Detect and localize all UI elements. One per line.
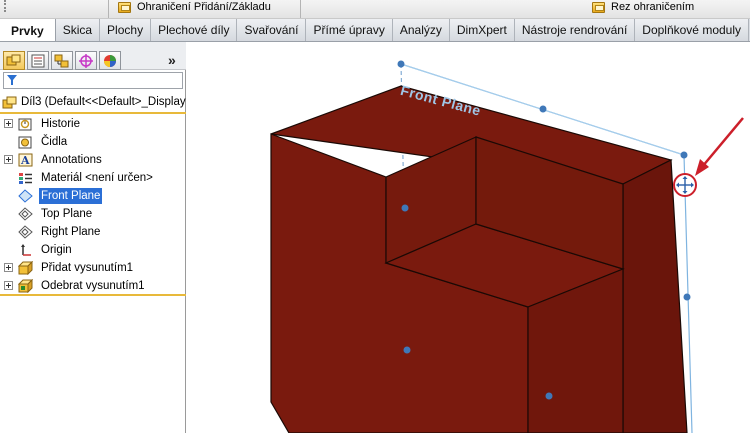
ribbon-grip[interactable]: [4, 0, 10, 12]
command-manager-tabs: Prvky Skica Plochy Plechové díly Svařová…: [0, 19, 750, 42]
graphics-viewport[interactable]: Front Plane: [187, 42, 750, 433]
feature-manager-panel: » Díl3 (Default<<Default>_Display State …: [0, 42, 186, 433]
tab-plochy[interactable]: Plochy: [100, 19, 152, 41]
ribbon-separator: [108, 0, 109, 18]
origin-icon: [21, 244, 31, 256]
tab-label: Analýzy: [399, 23, 442, 37]
tab-label: Přímé úpravy: [313, 23, 385, 37]
ribbon-separator: [300, 0, 301, 18]
tree-item-label: Čidla: [41, 136, 68, 148]
tab-label: Svařování: [244, 23, 299, 37]
feature-manager-tree-button[interactable]: [3, 51, 25, 70]
plane-icon: [18, 189, 33, 203]
move-handle[interactable]: [673, 173, 697, 197]
feature-manager-tree-icon: [6, 54, 21, 65]
tree-item-origin[interactable]: Origin: [0, 241, 186, 259]
display-manager-button[interactable]: [99, 51, 121, 70]
tab-label: Plochy: [107, 23, 144, 37]
tab-dimxpert[interactable]: DimXpert: [449, 19, 515, 41]
part-icon: [2, 96, 17, 109]
configuration-manager-icon: [54, 54, 69, 67]
filter-icon: [7, 75, 17, 85]
tab-doplnkove-moduly[interactable]: Doplňkové moduly: [635, 19, 749, 41]
plane-icon: [18, 207, 33, 221]
tab-nastroje-rendrovani[interactable]: Nástroje rendrování: [514, 19, 636, 41]
tree-item-cidla[interactable]: Čidla: [0, 133, 186, 151]
history-folder-icon: [18, 118, 32, 131]
tab-prvky[interactable]: Prvky: [0, 19, 56, 41]
configuration-manager-button[interactable]: [51, 51, 73, 70]
tree-item-material[interactable]: Materiál <není určen>: [0, 169, 186, 187]
boundary-cut-icon: [592, 1, 605, 13]
expand-toggle[interactable]: [4, 281, 13, 290]
tree-item-label: Annotations: [41, 154, 102, 166]
plane-edge-handle[interactable]: [539, 105, 547, 113]
tab-analyzy[interactable]: Analýzy: [392, 19, 450, 41]
command-ribbon: Ohraničení Přidání/Základu Rez ohraničen…: [0, 0, 750, 19]
tree-item-label: Right Plane: [41, 226, 101, 238]
plane-icon: [18, 225, 33, 239]
tree-filter-input[interactable]: [3, 72, 183, 89]
tree-item-annotations[interactable]: A Annotations: [0, 151, 186, 169]
tree-item-label: Materiál <není určen>: [41, 172, 153, 184]
annotations-icon: A: [18, 153, 33, 167]
plane-edge-handle[interactable]: [545, 392, 553, 400]
expand-toggle[interactable]: [4, 119, 13, 128]
model-face-right: [622, 159, 688, 433]
tab-label: Plechové díly: [158, 23, 230, 37]
tab-prime-upravy[interactable]: Přímé úpravy: [306, 19, 393, 41]
extrude-boss-icon: [18, 261, 33, 275]
tree-item-front-plane[interactable]: Front Plane: [0, 187, 186, 205]
property-manager-button[interactable]: [27, 51, 49, 70]
plane-corner-handle[interactable]: [397, 60, 405, 68]
tab-label: DimXpert: [456, 23, 507, 37]
dimxpert-manager-icon: [79, 53, 93, 68]
expand-toggle[interactable]: [4, 263, 13, 272]
plane-corner-handle[interactable]: [680, 151, 688, 159]
feature-manager-toolbar: »: [0, 42, 186, 70]
plane-edge-handle[interactable]: [683, 293, 691, 301]
tree-item-extrude-boss[interactable]: Přidat vysunutím1: [0, 259, 186, 277]
boundary-boss-base-button[interactable]: Ohraničení Přidání/Základu: [118, 0, 271, 14]
tree-item-label: Historie: [41, 118, 80, 130]
tree-item-label: Origin: [41, 244, 72, 256]
tree-item-top-plane[interactable]: Top Plane: [0, 205, 186, 223]
tree-item-label: Přidat vysunutím1: [41, 262, 134, 274]
tree-item-right-plane[interactable]: Right Plane: [0, 223, 186, 241]
dimxpert-manager-button[interactable]: [75, 51, 97, 70]
plane-corner-handle[interactable]: [403, 346, 411, 354]
tab-label: Doplňkové moduly: [642, 23, 741, 37]
boundary-cut-label: Rez ohraničením: [611, 1, 695, 13]
sensors-icon: [18, 136, 32, 149]
tree-item-extrude-cut[interactable]: Odebrat vysunutím1: [0, 277, 186, 295]
tab-label: Skica: [62, 23, 93, 37]
tree-item-label: Top Plane: [41, 208, 93, 220]
part-root-node[interactable]: Díl3 (Default<<Default>_Display State 1>…: [0, 94, 186, 112]
tab-svarovani[interactable]: Svařování: [237, 19, 307, 41]
plane-edge-handle[interactable]: [401, 204, 409, 212]
boundary-boss-label: Ohraničení Přidání/Základu: [137, 1, 271, 13]
tab-plechove-dily[interactable]: Plechové díly: [151, 19, 238, 41]
part-root-label: Díl3 (Default<<Default>_Display State 1>…: [21, 96, 186, 108]
boundary-boss-icon: [118, 1, 131, 13]
annotation-arrow: [695, 117, 744, 176]
expand-toggle[interactable]: [4, 155, 13, 164]
tree-end-rule: [0, 294, 186, 296]
tab-label: Prvky: [11, 23, 44, 38]
part-model[interactable]: [270, 85, 688, 433]
tree-item-historie[interactable]: Historie: [0, 115, 186, 133]
filter-row: [0, 72, 186, 90]
extrude-cut-icon: [18, 279, 33, 293]
display-manager-icon: [104, 54, 116, 67]
tab-skica[interactable]: Skica: [55, 19, 101, 41]
boundary-cut-button[interactable]: Rez ohraničením: [592, 0, 694, 14]
tree-item-label: Front Plane: [39, 188, 103, 204]
tab-label: Nástroje rendrování: [521, 23, 628, 37]
root-underline: [0, 112, 186, 114]
more-panels-button[interactable]: »: [168, 52, 176, 68]
tree-item-label: Odebrat vysunutím1: [41, 280, 145, 292]
svg-text:A: A: [20, 154, 30, 167]
property-manager-icon: [31, 54, 45, 67]
material-icon: [19, 173, 32, 184]
